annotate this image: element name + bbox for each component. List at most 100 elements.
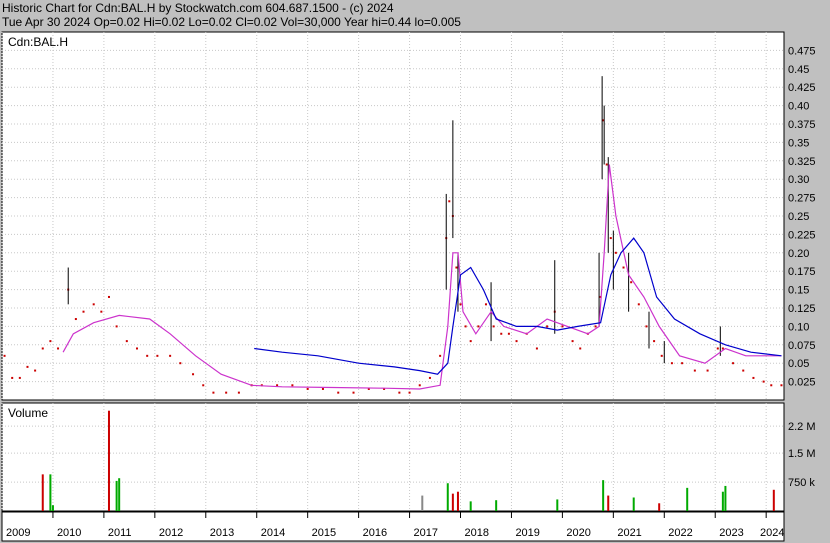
volume-bar [686,487,689,511]
volume-bar [721,491,724,511]
volume-bar [607,495,610,511]
close-price-point [321,387,324,390]
volume-bar [469,501,472,511]
close-price-point [742,369,745,372]
year-tick-label: 2011 [108,527,132,539]
close-price-point [469,340,472,343]
close-price-point [706,369,709,372]
close-price-point [92,303,95,306]
close-price-point [500,332,503,335]
price-tick-label: 0.20 [788,248,809,260]
close-price-point [74,318,77,321]
close-price-point [464,325,467,328]
year-tick-label: 2021 [617,527,641,539]
close-price-point [571,340,574,343]
price-tick-label: 0.15 [788,285,809,297]
close-price-point [732,362,735,365]
close-price-point [605,163,608,166]
price-tick-label: 0.45 [788,64,809,76]
price-tick-label: 0.175 [788,266,816,278]
price-tick-label: 0.375 [788,119,816,131]
close-price-point [398,391,401,394]
volume-bar [41,474,44,511]
close-price-point [693,369,696,372]
close-price-point [455,266,458,269]
volume-bar [49,474,52,511]
price-tick-label: 0.10 [788,321,809,333]
volume-bar [451,493,454,511]
price-tick-label: 0.075 [788,340,816,352]
volume-bar [107,410,110,511]
close-price-point [225,391,228,394]
close-price-point [645,325,648,328]
price-panel-label: Cdn:BAL.H [8,35,68,49]
close-price-point [448,200,451,203]
close-price-point [237,391,240,394]
close-price-point [57,347,60,350]
volume-tick-label: 750 k [788,477,815,489]
close-price-point [115,325,118,328]
volume-bar [658,503,661,511]
price-tick-label: 0.25 [788,211,809,223]
stock-chart: 0.475 0.45 0.425 0.40 0.375 0.35 0.325 0.30 0.27… [1,31,816,542]
close-price-point [291,384,294,387]
volume-bar [772,489,775,511]
close-price-point [780,384,783,387]
close-price-point [125,340,128,343]
year-tick-label: 2019 [515,527,539,539]
close-price-point [546,325,549,328]
close-price-point [459,303,462,306]
year-tick-label: 2016 [363,527,387,539]
close-price-point [484,303,487,306]
close-price-point [26,365,29,368]
volume-bar [51,505,54,511]
close-price-point [535,347,538,350]
year-tick-label: 2014 [261,527,285,539]
close-price-point [192,373,195,376]
price-tick-label: 0.425 [788,82,816,94]
close-price-point [492,325,495,328]
year-tick-label: 2022 [668,527,692,539]
close-price-point [770,384,773,387]
close-price-point [306,387,309,390]
year-tick-label: 2017 [414,527,438,539]
year-tick-label: 2018 [465,527,489,539]
close-price-point [752,376,755,379]
close-price-point [477,325,480,328]
volume-y-axis: 2.2 M 1.5 M 750 k [788,421,816,489]
volume-bar [632,497,635,511]
close-price-point [156,354,159,357]
close-price-point [439,354,442,357]
close-price-point [100,310,103,313]
volume-panel-label: Volume [8,406,48,420]
price-tick-label: 0.05 [788,358,809,370]
price-tick-label: 0.325 [788,156,816,168]
year-tick-label: 2015 [312,527,336,539]
close-price-point [212,391,215,394]
price-tick-label: 0.35 [788,137,809,149]
volume-bar [724,485,727,511]
close-price-point [49,340,52,343]
volume-bar [118,478,121,511]
volume-bar [602,480,605,511]
close-price-point [637,303,640,306]
volume-tick-label: 1.5 M [788,448,816,460]
volume-bar [556,499,559,511]
close-price-point [622,266,625,269]
volume-tick-label: 2.2 M [788,421,816,433]
close-price-point [3,354,6,357]
year-tick-label: 2023 [719,527,743,539]
close-price-point [146,354,149,357]
close-price-point [716,347,719,350]
close-price-point [594,325,597,328]
close-price-point [609,237,612,240]
close-price-point [41,347,44,350]
close-price-point [418,384,421,387]
close-price-point [614,251,617,254]
close-price-point [169,354,172,357]
close-price-point [179,362,182,365]
close-price-point [408,391,411,394]
close-price-point [579,347,582,350]
close-price-point [352,391,355,394]
year-tick-label: 2020 [566,527,590,539]
